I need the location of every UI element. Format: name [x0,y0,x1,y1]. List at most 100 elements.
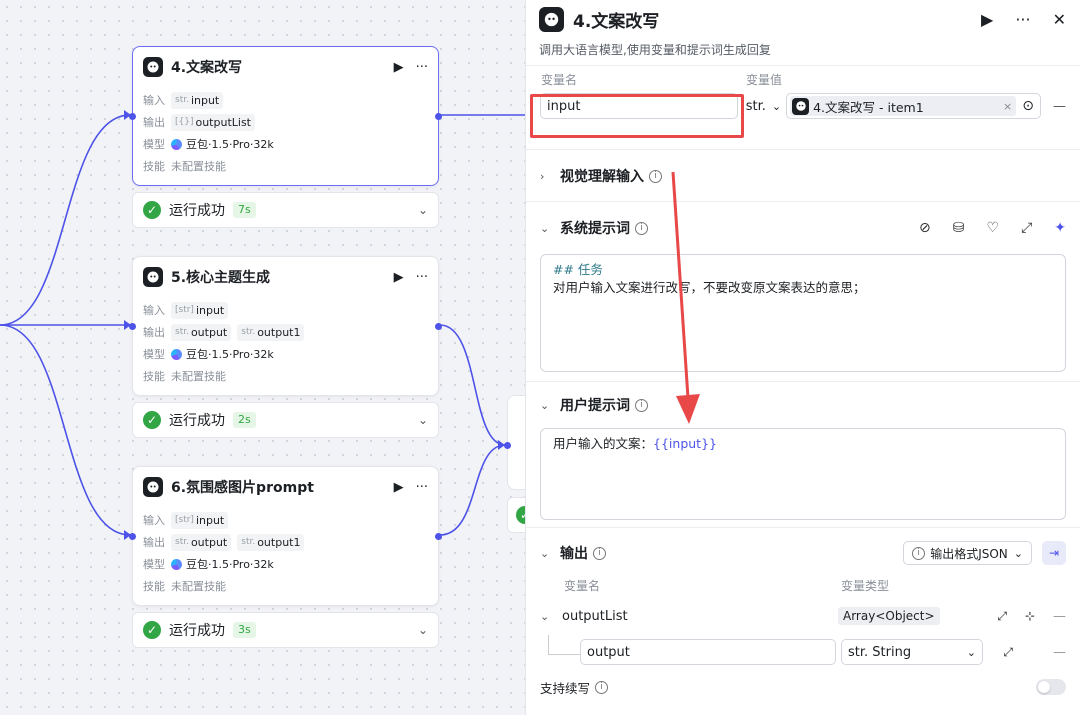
model-label: 模型 [143,138,165,151]
child-var-input[interactable]: output [580,639,836,665]
remove-icon[interactable]: — [1053,645,1066,660]
skill-value: 未配置技能 [171,160,226,173]
output-tag: str. output [171,533,232,551]
run-status-bar[interactable]: ✓ 运行成功 7s ⌄ [132,192,439,228]
input-port[interactable] [129,533,136,540]
chevron-down-icon[interactable]: ⌄ [418,203,428,217]
close-icon[interactable]: ✕ [1053,10,1066,29]
variable-ref: {{input}} [653,436,717,451]
info-icon[interactable]: i [593,546,606,560]
user-prompt-title[interactable]: 用户提示词 [560,395,630,415]
info-icon[interactable]: i [649,169,662,183]
input-section: 变量名 变量值 input str. ⌄ 4.文案改写 - item1 × ⊙ … [526,66,1080,150]
input-port[interactable] [504,442,511,449]
expand-icon[interactable]: ⤢ [997,609,1007,624]
ref-value-box[interactable]: 4.文案改写 - item1 × ⊙ [786,93,1041,119]
run-icon[interactable]: ▶ [394,60,404,75]
remove-icon[interactable]: — [1053,609,1066,624]
lightbulb-icon[interactable]: ♡ [987,220,1000,236]
vision-title[interactable]: 视觉理解输入 [560,166,644,186]
input-label: 输入 [143,304,165,317]
llm-node-image-prompt[interactable]: 6.氛围感图片prompt ▶ ··· 输入 [str] input 输出 str. o… [129,466,442,606]
success-check-icon: ✓ [143,621,161,639]
output-format-select[interactable]: i 输出格式JSON ⌄ [903,541,1032,565]
expand-icon[interactable]: ⤢ [1021,220,1032,236]
continue-label: 支持续写 [540,680,591,696]
input-label: 输入 [143,94,165,107]
input-port[interactable] [129,113,136,120]
continue-toggle[interactable] [1036,679,1066,695]
output-tag: str. output1 [237,323,305,341]
node-title: 6.氛围感图片prompt [171,480,314,496]
import-icon[interactable]: ⇥ [1042,541,1066,565]
chevron-down-icon[interactable]: ⌄ [540,399,560,412]
add-child-icon[interactable]: ⊹ [1025,609,1035,623]
model-icon [171,138,182,150]
target-icon[interactable]: ⊙ [1022,98,1034,114]
panel-title[interactable]: 4.文案改写 [573,7,959,32]
compass-icon[interactable]: ⊘ [919,220,931,236]
more-icon[interactable]: ··· [1015,10,1030,29]
ai-sparkle-icon[interactable]: ✦ [1054,220,1066,236]
output-port[interactable] [435,323,442,330]
library-icon[interactable]: ⛁ [953,220,965,236]
input-label: 输入 [143,514,165,527]
child-type-select[interactable]: str. String ⌄ [841,639,983,665]
system-prompt-section: ⌄ 系统提示词 i ⊘ ⛁ ♡ ⤢ ✦ ## 任务 对用户输入文案进行改写，不要… [526,202,1080,382]
output-tag: str. output [171,323,232,341]
info-icon[interactable]: i [635,398,648,412]
type-value: str. [745,98,766,114]
more-icon[interactable]: ··· [416,60,428,75]
system-prompt-title[interactable]: 系统提示词 [560,218,630,238]
expand-icon[interactable]: ⤢ [1003,645,1013,660]
output-tag: [{}] outputList [171,113,255,131]
info-icon[interactable]: i [635,221,648,235]
chevron-down-icon[interactable]: ⌄ [540,547,560,560]
user-prompt-editor[interactable]: 用户输入的文案：{{input}} [540,428,1066,520]
chevron-down-icon[interactable]: ⌄ [540,610,562,623]
system-prompt-editor[interactable]: ## 任务 对用户输入文案进行改写，不要改变原文案表达的意思； [540,254,1066,372]
run-icon[interactable]: ▶ [394,270,404,285]
output-title[interactable]: 输出 [560,543,588,563]
remove-icon[interactable]: — [1053,99,1066,114]
output-port[interactable] [435,113,442,120]
partially-visible-status[interactable]: ✓ [507,497,525,533]
model-icon [171,348,182,360]
success-check-icon: ✓ [143,201,161,219]
ref-tag: 4.文案改写 - item1 × [790,96,1017,116]
ref-value-text: 4.文案改写 - item1 [813,99,924,115]
more-icon[interactable]: ··· [416,270,428,285]
run-time-badge: 2s [233,412,256,428]
output-section: ⌄ 输出 i i 输出格式JSON ⌄ ⇥ 变量名 变量类型 ⌄ outputL… [526,528,1080,715]
output-list-name[interactable]: outputList [562,609,838,624]
panel-description[interactable]: 调用大语言模型,使用变量和提示词生成回复 [539,41,1066,58]
input-port[interactable] [129,323,136,330]
model-label: 模型 [143,348,165,361]
chevron-right-icon[interactable]: › [540,170,560,183]
more-icon[interactable]: ··· [416,480,428,495]
skill-value: 未配置技能 [171,580,226,593]
run-status-bar[interactable]: ✓ 运行成功 2s ⌄ [132,402,439,438]
success-check-icon: ✓ [516,506,525,524]
llm-node-core-theme[interactable]: 5.核心主题生成 ▶ ··· 输入 [str] input 输出 str. output… [129,256,442,396]
prompt-line: 对用户输入文案进行改写，不要改变原文案表达的意思； [553,280,866,295]
info-icon[interactable]: i [595,680,609,694]
output-port[interactable] [435,533,442,540]
child-type-value: str. String [848,644,912,660]
chevron-down-icon[interactable]: ⌄ [418,623,428,637]
partially-visible-node[interactable] [504,395,525,490]
status-text: 运行成功 [169,413,225,429]
chevron-down-icon[interactable]: ⌄ [418,413,428,427]
col-var-value: 变量值 [746,73,783,87]
model-name: 豆包·1.5·Pro·32k [186,138,274,151]
run-icon[interactable]: ▶ [394,480,404,495]
bot-logo-icon [143,477,163,497]
workflow-canvas[interactable]: 4.文案改写 ▶ ··· 输入 str. input 输出 [{}] outputLis… [0,0,525,715]
clear-icon[interactable]: × [1003,100,1012,113]
chevron-down-icon[interactable]: ⌄ [540,222,560,235]
run-icon[interactable]: ▶ [981,10,993,29]
node-title: 5.核心主题生成 [171,270,271,286]
type-select[interactable]: str. ⌄ [746,99,781,114]
run-status-bar[interactable]: ✓ 运行成功 3s ⌄ [132,612,439,648]
llm-node-rewrite[interactable]: 4.文案改写 ▶ ··· 输入 str. input 输出 [{}] outputLis… [129,46,442,186]
